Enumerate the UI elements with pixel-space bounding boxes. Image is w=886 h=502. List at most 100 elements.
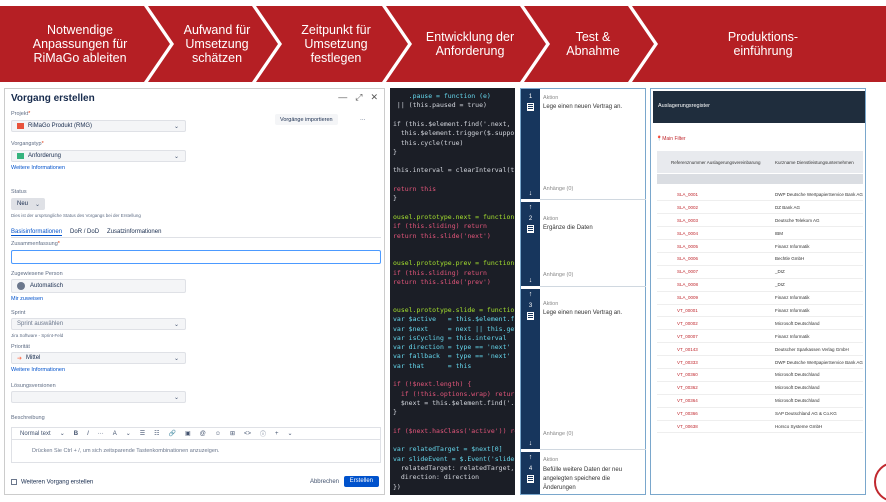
code-line: } [393, 147, 397, 156]
reference-cell[interactable]: VT_00364 [657, 394, 755, 408]
table-row[interactable]: VT_00143 Deutscher Sparkassen Verlag GmbH [657, 342, 863, 357]
reference-cell[interactable]: VT_00638 [657, 420, 755, 434]
status-select[interactable]: Neu ⌄ [11, 198, 45, 210]
table-row[interactable]: SLA_0008 _DIZ [657, 278, 863, 292]
table-row[interactable]: VT_00638 Horsco Systeme GmbH [657, 420, 863, 434]
editor-placeholder: Drücken Sie Ctrl + /, um sich zeitsparen… [32, 448, 220, 454]
filter-row[interactable] [657, 174, 863, 184]
reference-cell[interactable]: VT_00007 [657, 329, 755, 344]
reference-cell[interactable]: SLA_0004 [657, 226, 755, 241]
tab-basic-info[interactable]: Basisinformationen [11, 229, 63, 236]
table-row[interactable]: VT_00002 Microsoft Deutschland [657, 316, 863, 331]
step-production: Produktions- einführung [632, 6, 886, 82]
expand-icon[interactable]: ⤢ [355, 92, 362, 103]
arrow-up-icon[interactable]: ↑ [521, 454, 540, 461]
arrow-down-icon[interactable]: ↓ [521, 440, 540, 447]
attachments-link[interactable]: Anhänge (0) [543, 431, 573, 437]
reference-cell[interactable]: SLA_0008 [657, 278, 755, 292]
tab-dor-dod[interactable]: DoR / DoD [70, 229, 99, 236]
attachments-link[interactable]: Anhänge (0) [543, 272, 573, 278]
create-another-checkbox[interactable] [11, 479, 17, 485]
insert-plus-icon[interactable]: + [275, 431, 279, 437]
table-header: Referenznummer Auslagerungsvereinbarung … [657, 151, 863, 173]
create-button[interactable]: Erstellen [343, 476, 379, 487]
priority-select[interactable]: ➜ Mittel ⌄ [11, 352, 186, 364]
reference-cell[interactable]: VT_00366 [657, 407, 755, 421]
table-row[interactable]: VT_00333 DWP Deutsche WertpapierService B… [657, 355, 863, 369]
fix-versions-select[interactable]: ⌄ [11, 391, 186, 403]
table-row[interactable]: SLA_0005 Finanz Informatik [657, 239, 863, 253]
step-derive-adjustments: Notwendige Anpassungen für RiMaGo ableit… [0, 6, 170, 82]
table-row[interactable]: VT_00001 Finanz Informatik [657, 304, 863, 318]
text-style-dropdown[interactable]: Normal text [20, 431, 51, 437]
chevron-down-icon[interactable]: ⌄ [288, 430, 293, 437]
more-info-link[interactable]: Weitere Informationen [11, 165, 65, 171]
table-row[interactable]: VT_00007 Finanz Informatik [657, 329, 863, 344]
image-icon[interactable]: ▣ [185, 430, 191, 437]
issue-type-select[interactable]: Anforderung ⌄ [11, 150, 186, 162]
bullet-list-icon[interactable]: ☰ [140, 430, 145, 437]
table-row[interactable]: SLA_0007 _DIZ [657, 265, 863, 279]
close-icon[interactable]: ✕ [370, 92, 378, 103]
chevron-down-icon[interactable]: ⌄ [60, 430, 65, 437]
table-row[interactable]: SLA_0002 DZ Bank AG [657, 200, 863, 215]
italic-button[interactable]: I [87, 431, 89, 437]
reference-cell[interactable]: SLA_0001 [657, 188, 755, 202]
arrow-down-icon[interactable]: ↓ [521, 190, 540, 197]
project-icon [17, 123, 24, 129]
cancel-button[interactable]: Abbrechen [310, 479, 339, 485]
reference-cell[interactable]: SLA_0009 [657, 291, 755, 305]
reference-cell[interactable]: VT_00143 [657, 342, 755, 357]
minimize-icon[interactable]: — [338, 92, 347, 103]
reference-cell[interactable]: VT_00360 [657, 368, 755, 382]
table-row[interactable]: SLA_0009 Finanz Informatik [657, 291, 863, 305]
arrow-up-icon[interactable]: ↑ [521, 291, 540, 298]
reference-cell[interactable]: SLA_0006 [657, 252, 755, 266]
summary-input[interactable] [11, 250, 381, 264]
table-row[interactable]: SLA_0006 Bechtle GmbH [657, 252, 863, 266]
arrow-up-icon[interactable]: ↑ [521, 204, 540, 211]
import-issues-button[interactable]: Vorgänge importieren [275, 114, 338, 125]
assignee-select[interactable]: Automatisch [11, 279, 186, 293]
assign-to-me-link[interactable]: Mir zuweisen [11, 296, 43, 302]
link-icon[interactable]: 🔗 [169, 430, 176, 437]
reference-cell[interactable]: SLA_0002 [657, 200, 755, 215]
table-row[interactable]: VT_00362 Microsoft Deutschland [657, 381, 863, 395]
bold-button[interactable]: B [74, 431, 78, 437]
table-row[interactable]: VT_00366 SAP Deutschland AG & Co.KG [657, 407, 863, 421]
code-icon[interactable]: <> [244, 431, 251, 437]
reference-cell[interactable]: SLA_0005 [657, 239, 755, 253]
description-editor[interactable]: Drücken Sie Ctrl + /, um sich zeitsparen… [11, 439, 381, 463]
text-color-button[interactable]: A [113, 431, 117, 437]
attachments-link[interactable]: Anhänge (0) [543, 186, 573, 192]
more-formatting-button[interactable]: ··· [98, 431, 104, 437]
mention-icon[interactable]: @ [200, 431, 206, 437]
table-row[interactable]: VT_00364 Microsoft Deutschland [657, 394, 863, 408]
reference-cell[interactable]: SLA_0007 [657, 265, 755, 279]
table-row[interactable]: SLA_0001 DWP Deutsche WertpapierService B… [657, 188, 863, 202]
sprint-select[interactable]: Sprint auswählen ⌄ [11, 318, 186, 330]
project-select[interactable]: RiMaGo Produkt (RMG) ⌄ [11, 120, 186, 132]
tab-additional-info[interactable]: Zusatzinformationen [107, 229, 161, 236]
main-filter[interactable]: 📍Main Filter [656, 136, 686, 142]
emoji-icon[interactable]: ☺ [215, 431, 221, 437]
info-icon[interactable]: ⓘ [260, 429, 266, 438]
code-line: var $active = this.$element.find('. [393, 315, 515, 324]
reference-cell[interactable]: VT_00333 [657, 355, 755, 369]
col-provider[interactable]: Kurzname Dienstleistungsunternehmen [775, 160, 854, 165]
reference-cell[interactable]: VT_00001 [657, 304, 755, 318]
table-row[interactable]: VT_00360 Microsoft Deutschland [657, 368, 863, 382]
numbered-list-icon[interactable]: ☷ [154, 430, 159, 437]
reference-cell[interactable]: VT_00362 [657, 381, 755, 395]
reference-cell[interactable]: VT_00002 [657, 316, 755, 331]
col-reference[interactable]: Referenznummer Auslagerungsvereinbarung [671, 160, 761, 165]
table-row[interactable]: SLA_0004 IBM [657, 226, 863, 241]
table-icon[interactable]: ⊞ [230, 430, 235, 437]
more-actions-button[interactable]: ··· [355, 114, 371, 125]
reference-cell[interactable]: SLA_0003 [657, 213, 755, 228]
table-row[interactable]: SLA_0003 Deutsche Telekom AG [657, 213, 863, 228]
chevron-down-icon[interactable]: ⌄ [126, 430, 131, 437]
more-info-link-2[interactable]: Weitere Informationen [11, 367, 65, 373]
jira-create-issue-dialog: Vorgang erstellen — ⤢ ✕ Projekt* RiMaGo … [4, 88, 385, 495]
arrow-down-icon[interactable]: ↓ [521, 277, 540, 284]
